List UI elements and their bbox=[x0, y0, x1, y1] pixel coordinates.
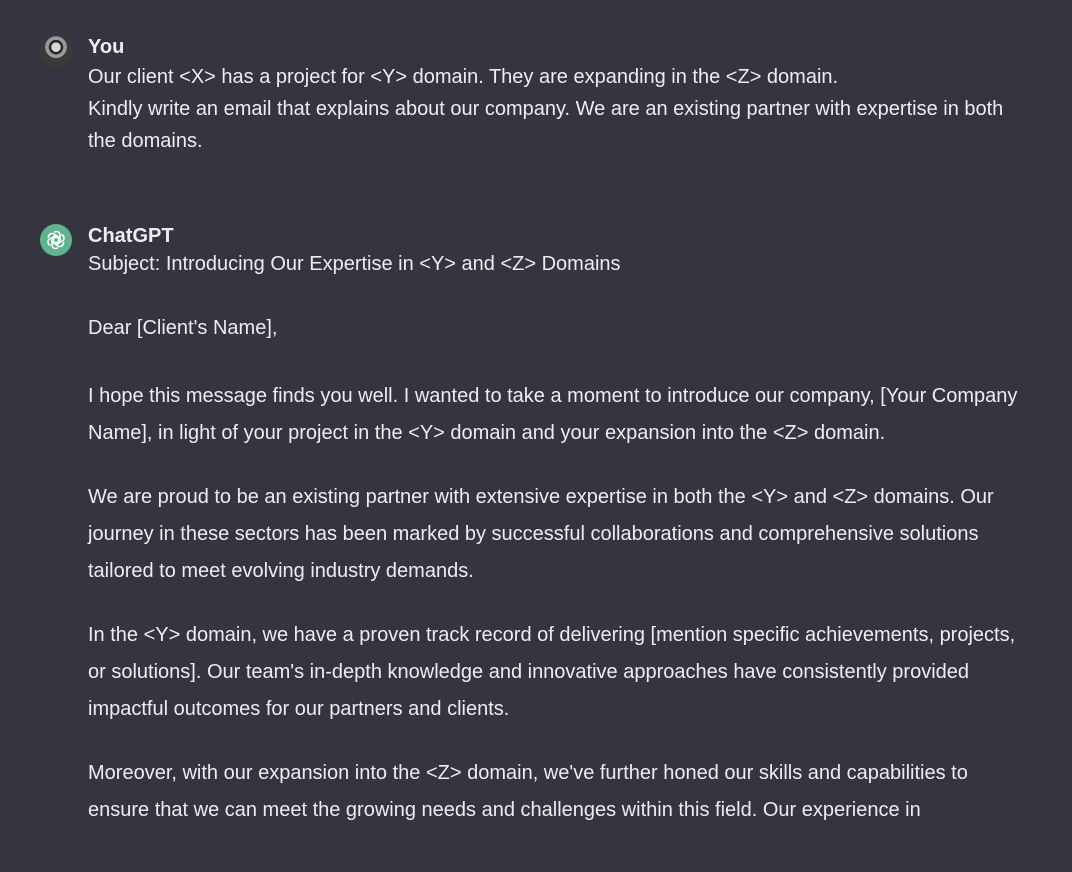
user-message: You Our client <X> has a project for <Y>… bbox=[40, 33, 1030, 157]
email-subject: Subject: Introducing Our Expertise in <Y… bbox=[88, 253, 621, 275]
user-message-line: Our client <X> has a project for <Y> dom… bbox=[88, 66, 839, 88]
user-author-name: You bbox=[88, 36, 125, 58]
openai-logo-icon bbox=[40, 224, 72, 256]
email-paragraph: We are proud to be an existing partner w… bbox=[88, 486, 994, 582]
user-message-content: You Our client <X> has a project for <Y>… bbox=[88, 33, 1030, 157]
email-greeting: Dear [Client's Name], bbox=[88, 317, 278, 339]
email-paragraph: Moreover, with our expansion into the <Z… bbox=[88, 762, 968, 821]
user-message-line: Kindly write an email that explains abou… bbox=[88, 98, 1004, 152]
email-paragraph: I hope this message finds you well. I wa… bbox=[88, 385, 1018, 444]
assistant-message-text: Subject: Introducing Our Expertise in <Y… bbox=[88, 250, 1030, 829]
email-paragraph: In the <Y> domain, we have a proven trac… bbox=[88, 624, 1016, 720]
assistant-author-name: ChatGPT bbox=[88, 225, 174, 247]
assistant-message: ChatGPT Subject: Introducing Our Experti… bbox=[40, 222, 1030, 856]
assistant-message-content: ChatGPT Subject: Introducing Our Experti… bbox=[88, 222, 1030, 829]
user-message-text: Our client <X> has a project for <Y> dom… bbox=[88, 61, 1030, 157]
user-avatar-icon bbox=[40, 35, 72, 67]
